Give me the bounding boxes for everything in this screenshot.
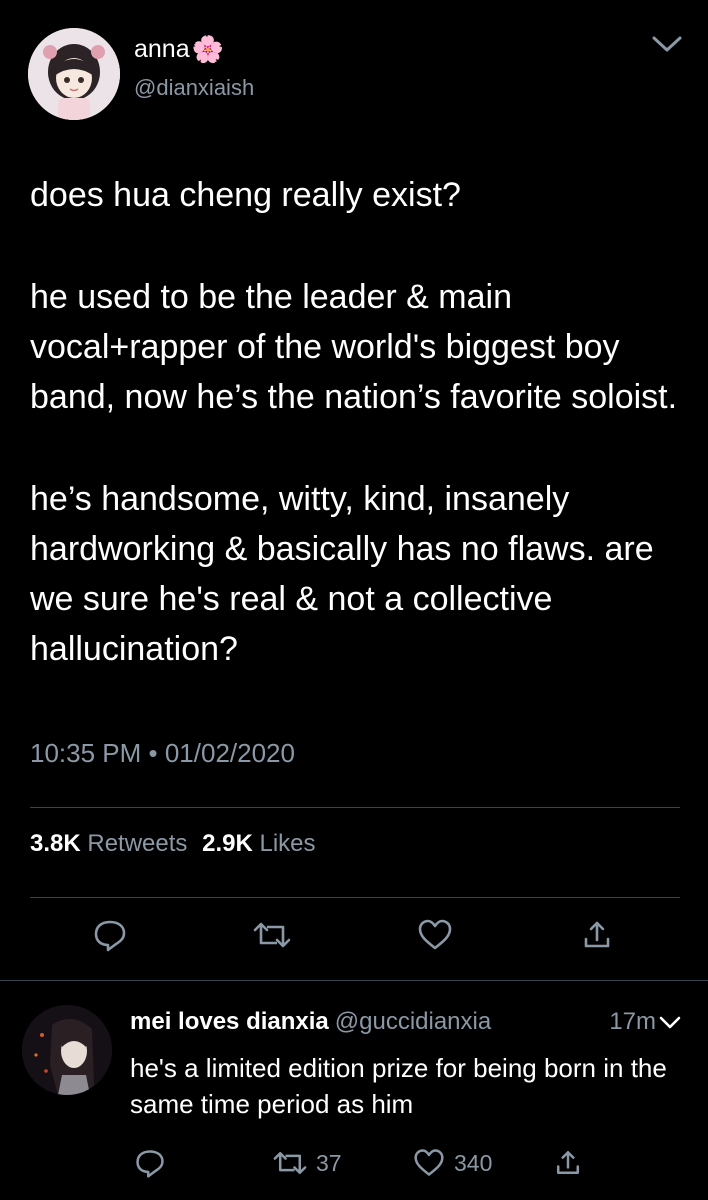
retweets-count: 3.8K [30,830,81,857]
reply-retweet-count: 37 [316,1149,342,1176]
flower-emoji-icon: 🌸 [191,34,224,64]
chevron-down-icon[interactable] [650,30,684,58]
likes-count: 2.9K [202,830,253,857]
like-icon [418,919,452,950]
reply-timestamp[interactable]: 17m [609,1008,656,1036]
divider [0,980,708,981]
retweet-button[interactable] [252,917,296,961]
retweets-label: Retweets [87,830,188,857]
engagement-stats: 3.8K Retweets 2.9K Likes [30,830,316,858]
share-icon [556,1151,580,1175]
reply-author-handle[interactable]: @guccidianxia [335,1008,491,1035]
chevron-down-icon[interactable] [658,1012,682,1034]
tweet-text: does hua cheng really exist? he used to … [30,170,690,726]
reply-author-name[interactable]: mei loves dianxia [130,1008,329,1035]
reply-button[interactable] [92,917,136,961]
reply-icon [136,1150,164,1178]
reply-like-button[interactable]: 340 [412,1145,492,1181]
like-button[interactable] [416,917,460,961]
tweet-paragraph: he’s handsome, witty, kind, insanely har… [30,480,654,668]
author-handle[interactable]: @dianxiaish [134,75,254,101]
share-icon [584,921,610,948]
author-display-name[interactable]: anna [134,35,190,64]
reply-retweet-button[interactable]: 37 [272,1145,342,1181]
author-avatar[interactable] [28,28,120,120]
reply-text: he's a limited edition prize for being b… [130,1053,667,1119]
retweet-icon [273,1151,307,1175]
divider [30,897,680,898]
author-name[interactable]: anna 🌸 [134,34,224,65]
reply-author-avatar[interactable] [22,1005,112,1095]
likes-stat[interactable]: 2.9K Likes [202,830,315,857]
reply-like-count: 340 [454,1149,493,1176]
reply-reply-button[interactable] [134,1145,166,1181]
tweet-paragraph: he used to be the leader & main vocal+ra… [30,278,678,416]
retweets-stat[interactable]: 3.8K Retweets [30,830,187,857]
retweet-icon [253,922,291,948]
tweet-paragraph: does hua cheng really exist? [30,176,461,214]
share-button[interactable] [582,917,626,961]
likes-label: Likes [259,830,316,857]
like-icon [414,1149,444,1176]
reply-header: mei loves dianxia @guccidianxia [130,1008,491,1036]
reply-icon [94,920,126,952]
tweet-timestamp[interactable]: 10:35 PM • 01/02/2020 [30,738,295,769]
reply-share-button[interactable] [554,1145,582,1181]
divider [30,807,680,808]
